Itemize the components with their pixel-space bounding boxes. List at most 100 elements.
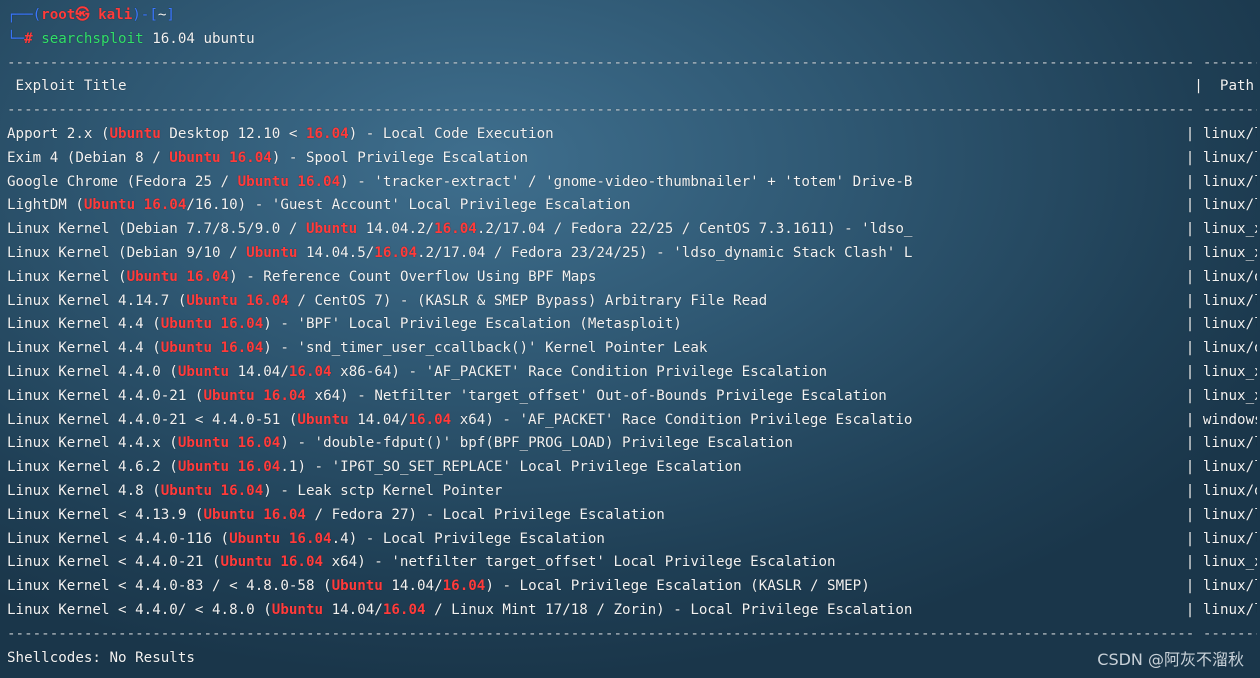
column-divider: | (912, 411, 1203, 428)
highlight-match: 16.04 (382, 601, 426, 618)
exploit-title-text (212, 483, 221, 499)
exploit-title-text: ) - 'double-fdput()' bpf(BPF_PROG_LOAD) … (280, 435, 793, 452)
exploit-title-text: .4) - Local Privilege Escalation (331, 530, 605, 547)
exploit-title-text: ) - Leak sctp Kernel Pointer (263, 482, 503, 499)
exploit-title-text: 14.04/ (382, 578, 443, 595)
highlight-match: Ubuntu (177, 435, 230, 452)
exploit-path: linux/dos/45919.c (1202, 482, 1257, 499)
highlight-match: Ubuntu (220, 554, 272, 571)
column-divider: | (912, 173, 1203, 190)
highlight-match: 16.04 (288, 363, 332, 380)
highlight-match: Ubuntu (203, 387, 255, 404)
exploit-title-text: x86-64) - 'AF_PACKET' Race Condition Pri… (331, 363, 828, 380)
exploit-title-text (221, 150, 230, 166)
exploit-title-text: Desktop 12.10 < (160, 125, 306, 142)
exploit-title-text (238, 293, 247, 309)
exploit-title-text: 14.04/ (323, 601, 383, 618)
column-divider: | (912, 221, 1203, 238)
highlight-match: 16.04 (263, 506, 306, 523)
table-header: Exploit Title | Path (7, 78, 1255, 95)
highlight-match: 16.04 (374, 244, 418, 261)
exploit-title-text: 14.04.2/ (357, 221, 435, 238)
highlight-match: Ubuntu (160, 482, 212, 499)
highlight-match: Ubuntu (177, 459, 230, 476)
prompt-end: ] (166, 7, 175, 23)
exploit-title-text (280, 531, 289, 547)
highlight-match: 16.04 (220, 340, 264, 357)
table-row: Linux Kernel 4.4.0 (Ubuntu 14.04/16.04 x… (7, 361, 1257, 385)
prompt-line: ┌──(root㉿ kali)-[~] (7, 4, 1257, 28)
exploit-title-text: Linux Kernel < 4.4.0-116 ( (7, 530, 230, 547)
highlight-match: Ubuntu (160, 340, 212, 357)
highlight-match: 16.04 (237, 459, 281, 476)
prompt-corner-top: ┌──( (7, 7, 42, 23)
table-row: Google Chrome (Fedora 25 / Ubuntu 16.04)… (7, 171, 1257, 195)
column-divider: | (596, 268, 1203, 285)
exploit-path: linux_x86/local/42276.c (1202, 244, 1257, 261)
column-divider: | (912, 601, 1203, 618)
highlight-match: 16.04 (305, 125, 349, 142)
highlight-match: Ubuntu (126, 268, 178, 285)
table-row: Linux Kernel 4.4.0-21 (Ubuntu 16.04 x64)… (7, 385, 1257, 409)
exploit-title-text: x64) - 'netfilter target_offset' Local P… (323, 554, 836, 571)
prompt-user: root㉿ kali (41, 7, 133, 23)
table-row: Linux Kernel < 4.13.9 (Ubuntu 16.04 / Fe… (7, 504, 1257, 528)
exploit-title-text: Linux Kernel 4.4 ( (7, 340, 161, 357)
exploit-path: linux_x86-64/local/40871.c (1202, 363, 1257, 380)
table-row: Linux Kernel (Debian 9/10 / Ubuntu 14.04… (7, 242, 1257, 266)
exploit-path: linux/local/47169.c (1202, 601, 1257, 618)
exploit-title-text (212, 316, 221, 332)
column-divider: | (664, 506, 1203, 523)
highlight-match: Ubuntu (203, 506, 255, 523)
exploit-title-text (212, 340, 221, 356)
separator-bottom: ----------------------------------------… (7, 625, 1257, 642)
exploit-path: linux_x86-64/local/44300.c (1202, 554, 1257, 571)
column-divider: | (707, 340, 1203, 357)
terminal-window[interactable]: ┌──(root㉿ kali)-[~] └─# searchsploit 16.… (7, 4, 1257, 678)
exploit-path: linux_x86-64/local/40049.c (1202, 387, 1257, 404)
exploit-title-text: ) - Local Privilege Escalation (KASLR / … (485, 578, 870, 595)
column-divider: | (767, 292, 1203, 309)
exploit-title-text: Linux Kernel 4.4.0 ( (7, 363, 178, 380)
exploit-title-text: x64) - Netfilter 'target_offset' Out-of-… (305, 387, 887, 404)
exploit-title-text: Linux Kernel 4.4 ( (7, 316, 161, 333)
prompt-hash: # (24, 30, 33, 47)
exploit-path: linux/local/40943.txt (1202, 173, 1257, 190)
table-row: Linux Kernel 4.4.x (Ubuntu 16.04) - 'dou… (7, 432, 1257, 456)
exploit-title-text: / Fedora 27) - Local Privilege Escalatio… (305, 506, 665, 523)
exploit-title-text: Linux Kernel < 4.4.0/ < 4.8.0 ( (7, 601, 272, 618)
exploit-title-text: Linux Kernel < 4.13.9 ( (7, 506, 204, 523)
table-row: Linux Kernel 4.6.2 (Ubuntu 16.04.1) - 'I… (7, 456, 1257, 480)
highlight-match: Ubuntu (83, 197, 136, 214)
prompt-mid: )-[ (132, 7, 158, 23)
exploit-path: linux/local/39772.txt (1202, 435, 1257, 452)
exploit-title-text: .1) - 'IP6T_SO_SET_REPLACE' Local Privil… (280, 459, 742, 476)
command-args: 16.04 ubuntu (143, 30, 255, 47)
column-divider: | (502, 482, 1203, 499)
highlight-match: Ubuntu (169, 149, 221, 166)
exploit-title-text: ) - Local Code Execution (348, 125, 554, 142)
exploit-title-text: Linux Kernel (Debian 9/10 / (7, 244, 247, 261)
separator-top: ----------------------------------------… (7, 54, 1257, 71)
exploit-title-text: Linux Kernel (Debian 7.7/8.5/9.0 / (7, 221, 306, 238)
exploit-path: linux/local/40054.c (1202, 149, 1257, 166)
exploit-path: linux/local/40489.txt (1202, 459, 1257, 476)
exploit-title-text: Linux Kernel < 4.4.0-83 / < 4.8.0-58 ( (7, 578, 332, 595)
exploit-title-text: Linux Kernel 4.8 ( (7, 482, 161, 499)
highlight-match: Ubuntu (109, 125, 161, 142)
exploit-title-text: 14.04/ (229, 363, 289, 380)
exploit-path: linux/dos/39773.txt (1202, 268, 1257, 285)
exploit-title-text: / CentOS 7) - (KASLR & SMEP Bypass) Arbi… (288, 292, 768, 309)
exploit-title-text: Linux Kernel ( (7, 268, 127, 285)
exploit-title-text: Apport 2.x ( (7, 125, 110, 142)
highlight-match: Ubuntu (160, 316, 212, 333)
column-divider: | (886, 387, 1203, 404)
highlight-match: Ubuntu (177, 363, 230, 380)
table-row: Linux Kernel 4.4 (Ubuntu 16.04) - 'snd_t… (7, 337, 1257, 361)
exploit-path: linux/dos/46529.c (1202, 340, 1257, 357)
command-line[interactable]: └─# searchsploit 16.04 ubuntu (7, 28, 1257, 52)
exploit-path: linux_x86-64/local/42275.c (1202, 221, 1257, 238)
exploit-title-text: .2/17.04 / Fedora 22/25 / CentOS 7.3.161… (476, 221, 913, 238)
table-row: Linux Kernel < 4.4.0/ < 4.8.0 (Ubuntu 14… (7, 599, 1257, 623)
highlight-match: 16.04 (186, 268, 230, 285)
